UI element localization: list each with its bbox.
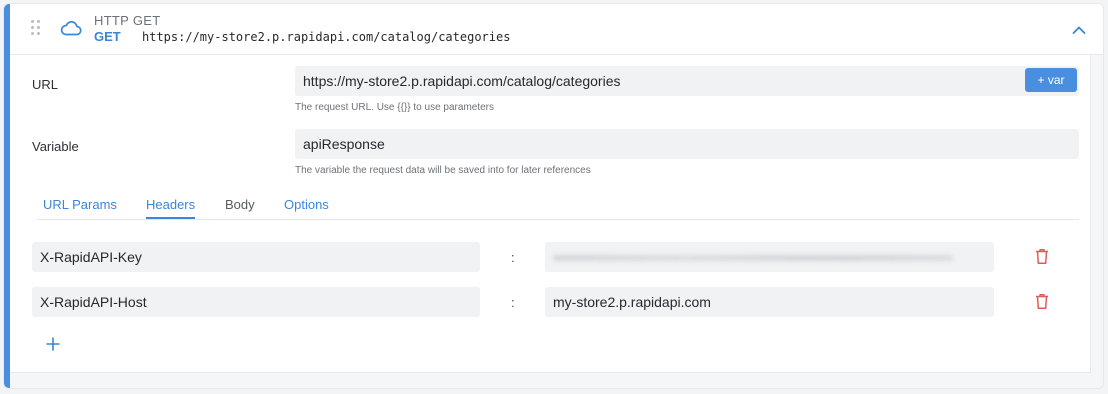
drag-handle-icon[interactable] bbox=[31, 20, 43, 38]
header-separator: : bbox=[511, 250, 515, 265]
step-title: HTTP GET bbox=[94, 13, 161, 28]
variable-input-value: apiResponse bbox=[303, 136, 385, 152]
method-badge: GET bbox=[94, 29, 121, 44]
trash-icon[interactable] bbox=[1035, 248, 1049, 270]
variable-hint: The variable the request data will be sa… bbox=[295, 165, 591, 176]
tab-options[interactable]: Options bbox=[284, 197, 329, 217]
header-key-input[interactable]: X-RapidAPI-Key bbox=[32, 242, 480, 272]
variable-label: Variable bbox=[32, 139, 79, 154]
tab-body[interactable]: Body bbox=[225, 197, 255, 217]
trash-icon[interactable] bbox=[1035, 293, 1049, 315]
http-get-step-card: HTTP GET GET https://my-store2.p.rapidap… bbox=[4, 4, 1103, 388]
url-hint: The request URL. Use {{}} to use paramet… bbox=[295, 102, 494, 113]
header-separator: : bbox=[511, 295, 515, 310]
url-input-value: https://my-store2.p.rapidapi.com/catalog… bbox=[303, 73, 621, 89]
header-key-input[interactable]: X-RapidAPI-Host bbox=[32, 287, 480, 317]
request-tabs: URL Params Headers Body Options bbox=[37, 195, 1079, 220]
chevron-up-icon[interactable] bbox=[1072, 22, 1086, 40]
url-label: URL bbox=[32, 77, 59, 92]
add-var-button[interactable]: + var bbox=[1025, 68, 1077, 92]
plus-icon[interactable] bbox=[46, 337, 60, 356]
tab-headers[interactable]: Headers bbox=[146, 197, 196, 219]
tab-url-params[interactable]: URL Params bbox=[43, 197, 117, 217]
header-value: my-store2.p.rapidapi.com bbox=[553, 294, 711, 310]
header-key-value: X-RapidAPI-Key bbox=[40, 249, 142, 265]
step-header[interactable]: HTTP GET GET https://my-store2.p.rapidap… bbox=[10, 4, 1103, 55]
step-body: URL https://my-store2.p.rapidapi.com/cat… bbox=[10, 55, 1091, 373]
cloud-icon bbox=[60, 20, 82, 41]
header-url: https://my-store2.p.rapidapi.com/catalog… bbox=[142, 30, 511, 44]
variable-input[interactable]: apiResponse bbox=[295, 129, 1079, 159]
redacted-value bbox=[553, 255, 953, 261]
header-value-input[interactable]: my-store2.p.rapidapi.com bbox=[545, 287, 994, 317]
header-key-value: X-RapidAPI-Host bbox=[40, 294, 147, 310]
header-value-input[interactable] bbox=[545, 242, 994, 272]
url-input[interactable]: https://my-store2.p.rapidapi.com/catalog… bbox=[295, 66, 1079, 96]
